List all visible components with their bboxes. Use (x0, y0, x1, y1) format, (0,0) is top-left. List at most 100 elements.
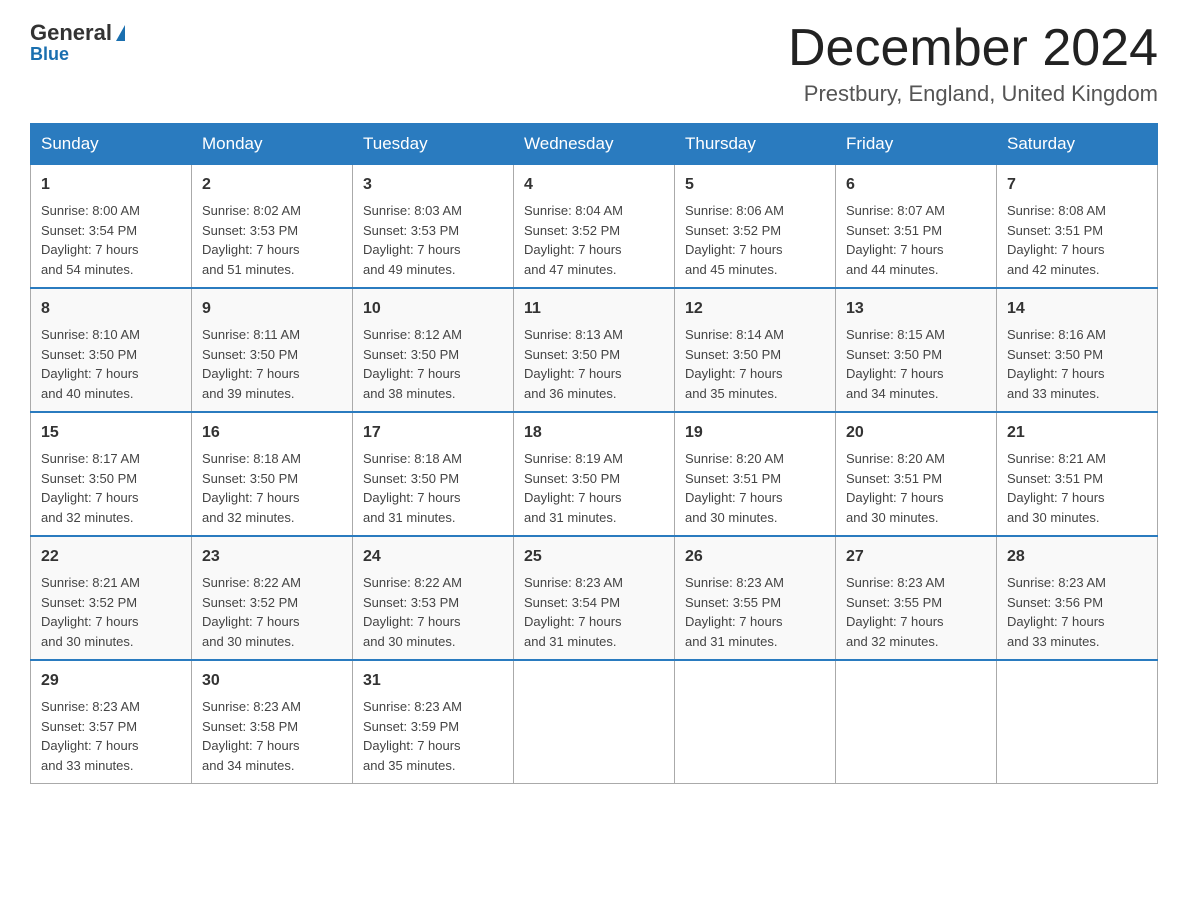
calendar-cell: 9 Sunrise: 8:11 AMSunset: 3:50 PMDayligh… (192, 288, 353, 412)
calendar-cell (997, 660, 1158, 784)
calendar-cell (514, 660, 675, 784)
calendar-week-row: 29 Sunrise: 8:23 AMSunset: 3:57 PMDaylig… (31, 660, 1158, 784)
day-number: 3 (363, 173, 503, 197)
day-number: 7 (1007, 173, 1147, 197)
header-saturday: Saturday (997, 124, 1158, 165)
day-info: Sunrise: 8:23 AMSunset: 3:56 PMDaylight:… (1007, 575, 1106, 649)
page-header: General Blue December 2024 Prestbury, En… (30, 20, 1158, 107)
calendar-week-row: 15 Sunrise: 8:17 AMSunset: 3:50 PMDaylig… (31, 412, 1158, 536)
calendar-cell: 10 Sunrise: 8:12 AMSunset: 3:50 PMDaylig… (353, 288, 514, 412)
day-info: Sunrise: 8:21 AMSunset: 3:52 PMDaylight:… (41, 575, 140, 649)
calendar-header-row: SundayMondayTuesdayWednesdayThursdayFrid… (31, 124, 1158, 165)
day-info: Sunrise: 8:18 AMSunset: 3:50 PMDaylight:… (363, 451, 462, 525)
day-number: 22 (41, 545, 181, 569)
calendar-week-row: 1 Sunrise: 8:00 AMSunset: 3:54 PMDayligh… (31, 165, 1158, 289)
day-number: 14 (1007, 297, 1147, 321)
calendar-cell: 21 Sunrise: 8:21 AMSunset: 3:51 PMDaylig… (997, 412, 1158, 536)
calendar-cell: 13 Sunrise: 8:15 AMSunset: 3:50 PMDaylig… (836, 288, 997, 412)
day-info: Sunrise: 8:20 AMSunset: 3:51 PMDaylight:… (846, 451, 945, 525)
day-number: 8 (41, 297, 181, 321)
day-info: Sunrise: 8:23 AMSunset: 3:58 PMDaylight:… (202, 699, 301, 773)
day-number: 5 (685, 173, 825, 197)
day-info: Sunrise: 8:15 AMSunset: 3:50 PMDaylight:… (846, 327, 945, 401)
day-info: Sunrise: 8:03 AMSunset: 3:53 PMDaylight:… (363, 203, 462, 277)
day-info: Sunrise: 8:00 AMSunset: 3:54 PMDaylight:… (41, 203, 140, 277)
calendar-cell: 24 Sunrise: 8:22 AMSunset: 3:53 PMDaylig… (353, 536, 514, 660)
day-info: Sunrise: 8:07 AMSunset: 3:51 PMDaylight:… (846, 203, 945, 277)
logo-triangle-icon (116, 25, 125, 41)
day-info: Sunrise: 8:19 AMSunset: 3:50 PMDaylight:… (524, 451, 623, 525)
calendar-cell: 25 Sunrise: 8:23 AMSunset: 3:54 PMDaylig… (514, 536, 675, 660)
day-number: 19 (685, 421, 825, 445)
calendar-cell: 3 Sunrise: 8:03 AMSunset: 3:53 PMDayligh… (353, 165, 514, 289)
calendar-cell: 15 Sunrise: 8:17 AMSunset: 3:50 PMDaylig… (31, 412, 192, 536)
calendar-cell: 5 Sunrise: 8:06 AMSunset: 3:52 PMDayligh… (675, 165, 836, 289)
day-info: Sunrise: 8:06 AMSunset: 3:52 PMDaylight:… (685, 203, 784, 277)
day-number: 4 (524, 173, 664, 197)
day-info: Sunrise: 8:23 AMSunset: 3:59 PMDaylight:… (363, 699, 462, 773)
calendar-cell: 18 Sunrise: 8:19 AMSunset: 3:50 PMDaylig… (514, 412, 675, 536)
logo-text: General (30, 20, 125, 46)
calendar-cell (836, 660, 997, 784)
day-number: 24 (363, 545, 503, 569)
calendar-cell: 1 Sunrise: 8:00 AMSunset: 3:54 PMDayligh… (31, 165, 192, 289)
day-info: Sunrise: 8:04 AMSunset: 3:52 PMDaylight:… (524, 203, 623, 277)
day-number: 2 (202, 173, 342, 197)
calendar-cell: 23 Sunrise: 8:22 AMSunset: 3:52 PMDaylig… (192, 536, 353, 660)
day-number: 26 (685, 545, 825, 569)
header-sunday: Sunday (31, 124, 192, 165)
title-block: December 2024 Prestbury, England, United… (788, 20, 1158, 107)
day-info: Sunrise: 8:23 AMSunset: 3:55 PMDaylight:… (685, 575, 784, 649)
calendar-cell (675, 660, 836, 784)
day-info: Sunrise: 8:23 AMSunset: 3:57 PMDaylight:… (41, 699, 140, 773)
day-number: 1 (41, 173, 181, 197)
calendar-cell: 31 Sunrise: 8:23 AMSunset: 3:59 PMDaylig… (353, 660, 514, 784)
header-wednesday: Wednesday (514, 124, 675, 165)
calendar-cell: 14 Sunrise: 8:16 AMSunset: 3:50 PMDaylig… (997, 288, 1158, 412)
day-info: Sunrise: 8:16 AMSunset: 3:50 PMDaylight:… (1007, 327, 1106, 401)
calendar-cell: 17 Sunrise: 8:18 AMSunset: 3:50 PMDaylig… (353, 412, 514, 536)
day-number: 13 (846, 297, 986, 321)
day-number: 20 (846, 421, 986, 445)
calendar-cell: 26 Sunrise: 8:23 AMSunset: 3:55 PMDaylig… (675, 536, 836, 660)
day-number: 9 (202, 297, 342, 321)
calendar-cell: 19 Sunrise: 8:20 AMSunset: 3:51 PMDaylig… (675, 412, 836, 536)
calendar-week-row: 22 Sunrise: 8:21 AMSunset: 3:52 PMDaylig… (31, 536, 1158, 660)
calendar-cell: 27 Sunrise: 8:23 AMSunset: 3:55 PMDaylig… (836, 536, 997, 660)
day-number: 29 (41, 669, 181, 693)
calendar-cell: 7 Sunrise: 8:08 AMSunset: 3:51 PMDayligh… (997, 165, 1158, 289)
logo: General Blue (30, 20, 125, 65)
day-info: Sunrise: 8:11 AMSunset: 3:50 PMDaylight:… (202, 327, 300, 401)
calendar-week-row: 8 Sunrise: 8:10 AMSunset: 3:50 PMDayligh… (31, 288, 1158, 412)
logo-general: General (30, 20, 112, 46)
day-number: 10 (363, 297, 503, 321)
day-info: Sunrise: 8:22 AMSunset: 3:53 PMDaylight:… (363, 575, 462, 649)
day-info: Sunrise: 8:12 AMSunset: 3:50 PMDaylight:… (363, 327, 462, 401)
calendar-cell: 30 Sunrise: 8:23 AMSunset: 3:58 PMDaylig… (192, 660, 353, 784)
calendar-cell: 16 Sunrise: 8:18 AMSunset: 3:50 PMDaylig… (192, 412, 353, 536)
day-number: 6 (846, 173, 986, 197)
day-info: Sunrise: 8:13 AMSunset: 3:50 PMDaylight:… (524, 327, 623, 401)
day-info: Sunrise: 8:21 AMSunset: 3:51 PMDaylight:… (1007, 451, 1106, 525)
day-info: Sunrise: 8:17 AMSunset: 3:50 PMDaylight:… (41, 451, 140, 525)
calendar-cell: 2 Sunrise: 8:02 AMSunset: 3:53 PMDayligh… (192, 165, 353, 289)
calendar-cell: 22 Sunrise: 8:21 AMSunset: 3:52 PMDaylig… (31, 536, 192, 660)
day-number: 27 (846, 545, 986, 569)
day-number: 18 (524, 421, 664, 445)
calendar-cell: 20 Sunrise: 8:20 AMSunset: 3:51 PMDaylig… (836, 412, 997, 536)
calendar-cell: 6 Sunrise: 8:07 AMSunset: 3:51 PMDayligh… (836, 165, 997, 289)
day-info: Sunrise: 8:08 AMSunset: 3:51 PMDaylight:… (1007, 203, 1106, 277)
day-info: Sunrise: 8:10 AMSunset: 3:50 PMDaylight:… (41, 327, 140, 401)
day-info: Sunrise: 8:20 AMSunset: 3:51 PMDaylight:… (685, 451, 784, 525)
calendar-cell: 11 Sunrise: 8:13 AMSunset: 3:50 PMDaylig… (514, 288, 675, 412)
calendar-cell: 12 Sunrise: 8:14 AMSunset: 3:50 PMDaylig… (675, 288, 836, 412)
day-number: 16 (202, 421, 342, 445)
day-number: 15 (41, 421, 181, 445)
header-thursday: Thursday (675, 124, 836, 165)
day-number: 17 (363, 421, 503, 445)
day-info: Sunrise: 8:14 AMSunset: 3:50 PMDaylight:… (685, 327, 784, 401)
location-label: Prestbury, England, United Kingdom (788, 81, 1158, 107)
day-number: 28 (1007, 545, 1147, 569)
day-number: 31 (363, 669, 503, 693)
day-number: 23 (202, 545, 342, 569)
